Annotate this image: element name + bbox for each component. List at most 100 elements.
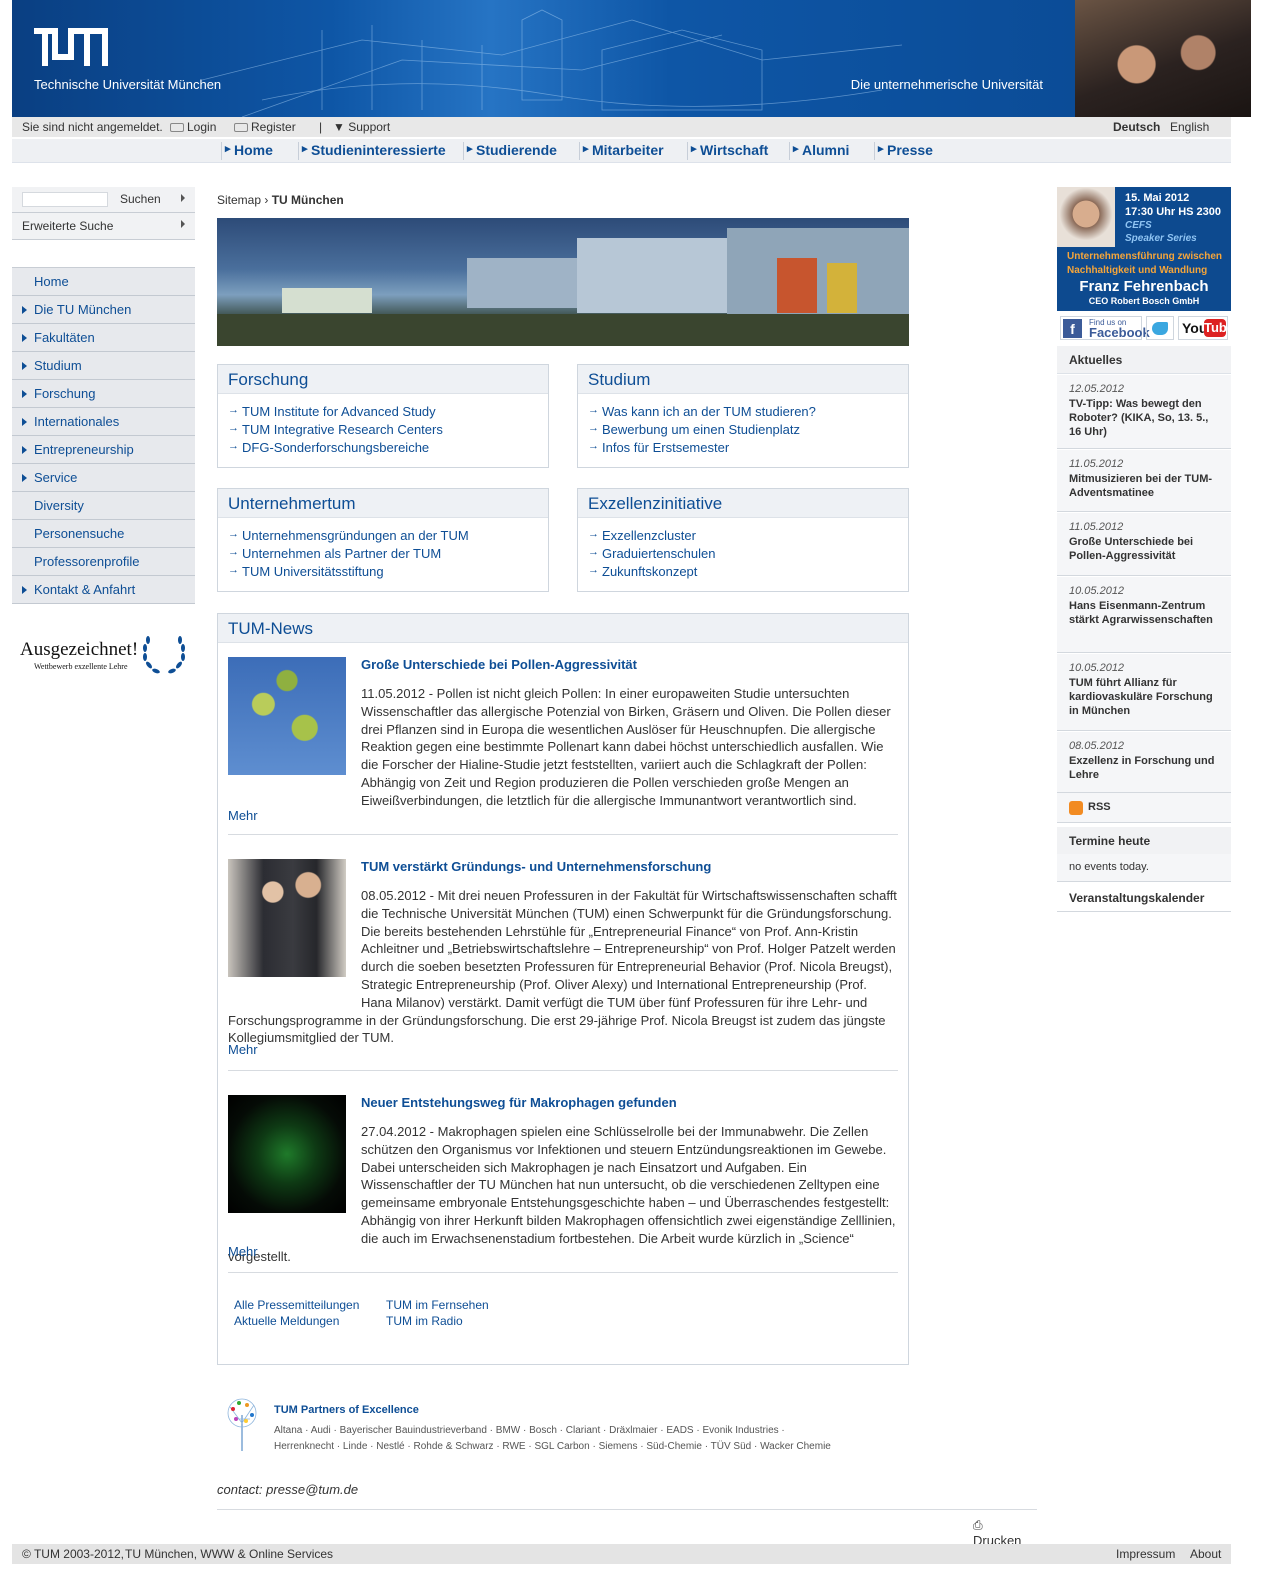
breadcrumb-separator: › <box>264 193 269 207</box>
register-link[interactable]: Register <box>234 120 296 134</box>
link-aktuelle-meldungen[interactable]: Aktuelle Meldungen <box>234 1313 359 1329</box>
nav-mitarbeiter[interactable]: Mitarbeiter <box>579 142 664 160</box>
box-link[interactable]: Zukunftskonzept <box>588 564 908 582</box>
sidebar-item-professorenprofile[interactable]: Professorenprofile <box>12 548 195 576</box>
footer-org-link[interactable]: TU München, WWW & Online Services <box>125 1547 333 1561</box>
event-banner[interactable]: 15. Mai 2012 17:30 Uhr HS 2300 CEFS Speake… <box>1057 187 1231 311</box>
facebook-button[interactable]: f Find us on Facebook <box>1060 316 1150 340</box>
breadcrumb: Sitemap › TU München <box>217 193 344 207</box>
contact-email[interactable]: contact: presse@tum.de <box>217 1482 358 1497</box>
laurel-wreath-icon <box>143 636 185 674</box>
support-link[interactable]: ▼ Support <box>333 120 390 134</box>
news-item[interactable]: 10.05.2012 Hans Eisenmann-Zentrum stärkt … <box>1057 577 1231 653</box>
facebook-icon: f <box>1063 319 1082 338</box>
tum-logo[interactable] <box>34 28 108 66</box>
speaker-name: Franz Fehrenbach <box>1079 278 1209 295</box>
nav-home[interactable]: Home <box>221 142 273 160</box>
sidebar-item-home[interactable]: Home <box>12 268 195 296</box>
impressum-link[interactable]: Impressum <box>1116 1547 1175 1561</box>
search-box: Suchen <box>12 187 195 213</box>
box-link[interactable]: Unternehmen als Partner der TUM <box>228 546 548 564</box>
advanced-search-link[interactable]: Erweiterte Suche <box>12 213 195 240</box>
search-button[interactable]: Suchen <box>120 192 161 206</box>
chevron-right-icon <box>22 334 27 342</box>
nav-alumni[interactable]: Alumni <box>789 142 849 160</box>
sidebar-item-label: Die TU München <box>34 302 132 317</box>
sidebar-item-label: Kontakt & Anfahrt <box>34 582 136 597</box>
box-link[interactable]: Was kann ich an der TUM studieren? <box>588 404 908 422</box>
news-article-title[interactable]: TUM verstärkt Gründungs- und Unternehmen… <box>361 859 711 874</box>
link-alle-pressemitteilungen[interactable]: Alle Pressemitteilungen <box>234 1297 359 1313</box>
veranstaltungskalender-link[interactable]: Veranstaltungskalender <box>1057 884 1231 912</box>
news-item[interactable]: 11.05.2012 Große Unterschiede bei Pollen-… <box>1057 513 1231 576</box>
news-item[interactable]: 11.05.2012 Mitmusizieren bei der TUM-Adve… <box>1057 450 1231 512</box>
more-link[interactable]: Mehr <box>228 1042 258 1057</box>
breadcrumb-current: TU München <box>271 193 344 207</box>
twitter-button[interactable] <box>1146 316 1174 340</box>
chevron-right-icon <box>22 586 27 594</box>
sidebar-item-forschung[interactable]: Forschung <box>12 380 195 408</box>
sidebar-item-service[interactable]: Service <box>12 464 195 492</box>
sidebar-item-kontakt[interactable]: Kontakt & Anfahrt <box>12 576 195 604</box>
sidebar-item-label: Entrepreneurship <box>34 442 134 457</box>
sidebar-item-personensuche[interactable]: Personensuche <box>12 520 195 548</box>
news-item[interactable]: 08.05.2012 Exzellenz in Forschung und Leh… <box>1057 732 1231 793</box>
event-topic: Unternehmensführung zwischen Nachhaltigke… <box>1067 251 1223 276</box>
youtube-button[interactable]: You Tube <box>1178 316 1234 340</box>
news-article-text: 08.05.2012 - Mit drei neuen Professuren … <box>228 888 897 1046</box>
news-article-title[interactable]: Große Unterschiede bei Pollen-Aggressivi… <box>361 657 637 672</box>
box-link[interactable]: TUM Universitätsstiftung <box>228 564 548 582</box>
box-link[interactable]: DFG-Sonderforschungsbereiche <box>228 440 548 458</box>
box-link[interactable]: Infos für Erstsemester <box>588 440 908 458</box>
rss-icon <box>1069 801 1083 815</box>
news-links-left: Alle Pressemitteilungen Aktuelle Meldung… <box>234 1297 359 1329</box>
sidebar-item-entrepreneurship[interactable]: Entrepreneurship <box>12 436 195 464</box>
printer-icon: ⎙ <box>973 1518 983 1532</box>
nav-studierende[interactable]: Studierende <box>463 142 557 160</box>
language-deutsch[interactable]: Deutsch <box>1113 120 1160 134</box>
about-link[interactable]: About <box>1190 1547 1221 1561</box>
sidebar-item-diversity[interactable]: Diversity <box>12 492 195 520</box>
rss-link[interactable]: RSS <box>1057 793 1231 823</box>
breadcrumb-sitemap[interactable]: Sitemap <box>217 193 261 207</box>
chevron-right-icon <box>22 474 27 482</box>
search-input[interactable] <box>22 192 108 207</box>
news-item[interactable]: 10.05.2012 TUM führt Allianz für kardiova… <box>1057 654 1231 731</box>
sidebar-item-die-tu-muenchen[interactable]: Die TU München <box>12 296 195 324</box>
box-title: Studium <box>578 365 908 394</box>
box-link[interactable]: Unternehmensgründungen an der TUM <box>228 528 548 546</box>
nav-wirtschaft[interactable]: Wirtschaft <box>687 142 768 160</box>
more-link[interactable]: Mehr <box>228 1244 258 1259</box>
box-link[interactable]: TUM Institute for Advanced Study <box>228 404 548 422</box>
nav-presse[interactable]: Presse <box>874 142 933 160</box>
award-subtitle: Wettbewerb exzellente Lehre <box>34 662 128 671</box>
box-link[interactable]: Graduiertenschulen <box>588 546 908 564</box>
site-footer: © TUM 2003-2012, TU München, WWW & Onlin… <box>12 1544 1231 1564</box>
partners-title[interactable]: TUM Partners of Excellence <box>274 1404 419 1416</box>
award-title: Ausgezeichnet! <box>20 639 139 660</box>
more-link[interactable]: Mehr <box>228 808 258 823</box>
sidebar-item-studium[interactable]: Studium <box>12 352 195 380</box>
link-tum-im-fernsehen[interactable]: TUM im Fernsehen <box>386 1297 489 1313</box>
meta-bar: Sie sind nicht angemeldet. Login Registe… <box>12 117 1231 137</box>
box-link[interactable]: Exzellenzcluster <box>588 528 908 546</box>
language-english[interactable]: English <box>1170 120 1209 134</box>
nav-studieninteressierte[interactable]: Studieninteressierte <box>298 142 446 160</box>
sidebar-item-fakultaeten[interactable]: Fakultäten <box>12 324 195 352</box>
box-unternehmertum: Unternehmertum Unternehmensgründungen an… <box>217 488 549 592</box>
aktuelles-heading: Aktuelles <box>1057 346 1231 374</box>
award-badge[interactable]: Ausgezeichnet! Wettbewerb exzellente Leh… <box>20 630 190 676</box>
sidebar-item-label: Personensuche <box>34 526 125 541</box>
box-link[interactable]: Bewerbung um einen Studienplatz <box>588 422 908 440</box>
chevron-right-icon <box>22 306 27 314</box>
chevron-right-icon <box>181 194 185 202</box>
advanced-search-label: Erweiterte Suche <box>22 219 114 233</box>
box-link[interactable]: TUM Integrative Research Centers <box>228 422 548 440</box>
news-item[interactable]: 12.05.2012 TV-Tipp: Was bewegt den Robote… <box>1057 375 1231 449</box>
sidebar-item-label: Diversity <box>34 498 84 513</box>
sidebar-item-internationales[interactable]: Internationales <box>12 408 195 436</box>
login-link[interactable]: Login <box>170 120 216 134</box>
link-tum-im-radio[interactable]: TUM im Radio <box>386 1313 489 1329</box>
event-series: CEFS Speaker Series <box>1125 220 1197 244</box>
news-article-title[interactable]: Neuer Entstehungsweg für Makrophagen gef… <box>361 1095 677 1110</box>
